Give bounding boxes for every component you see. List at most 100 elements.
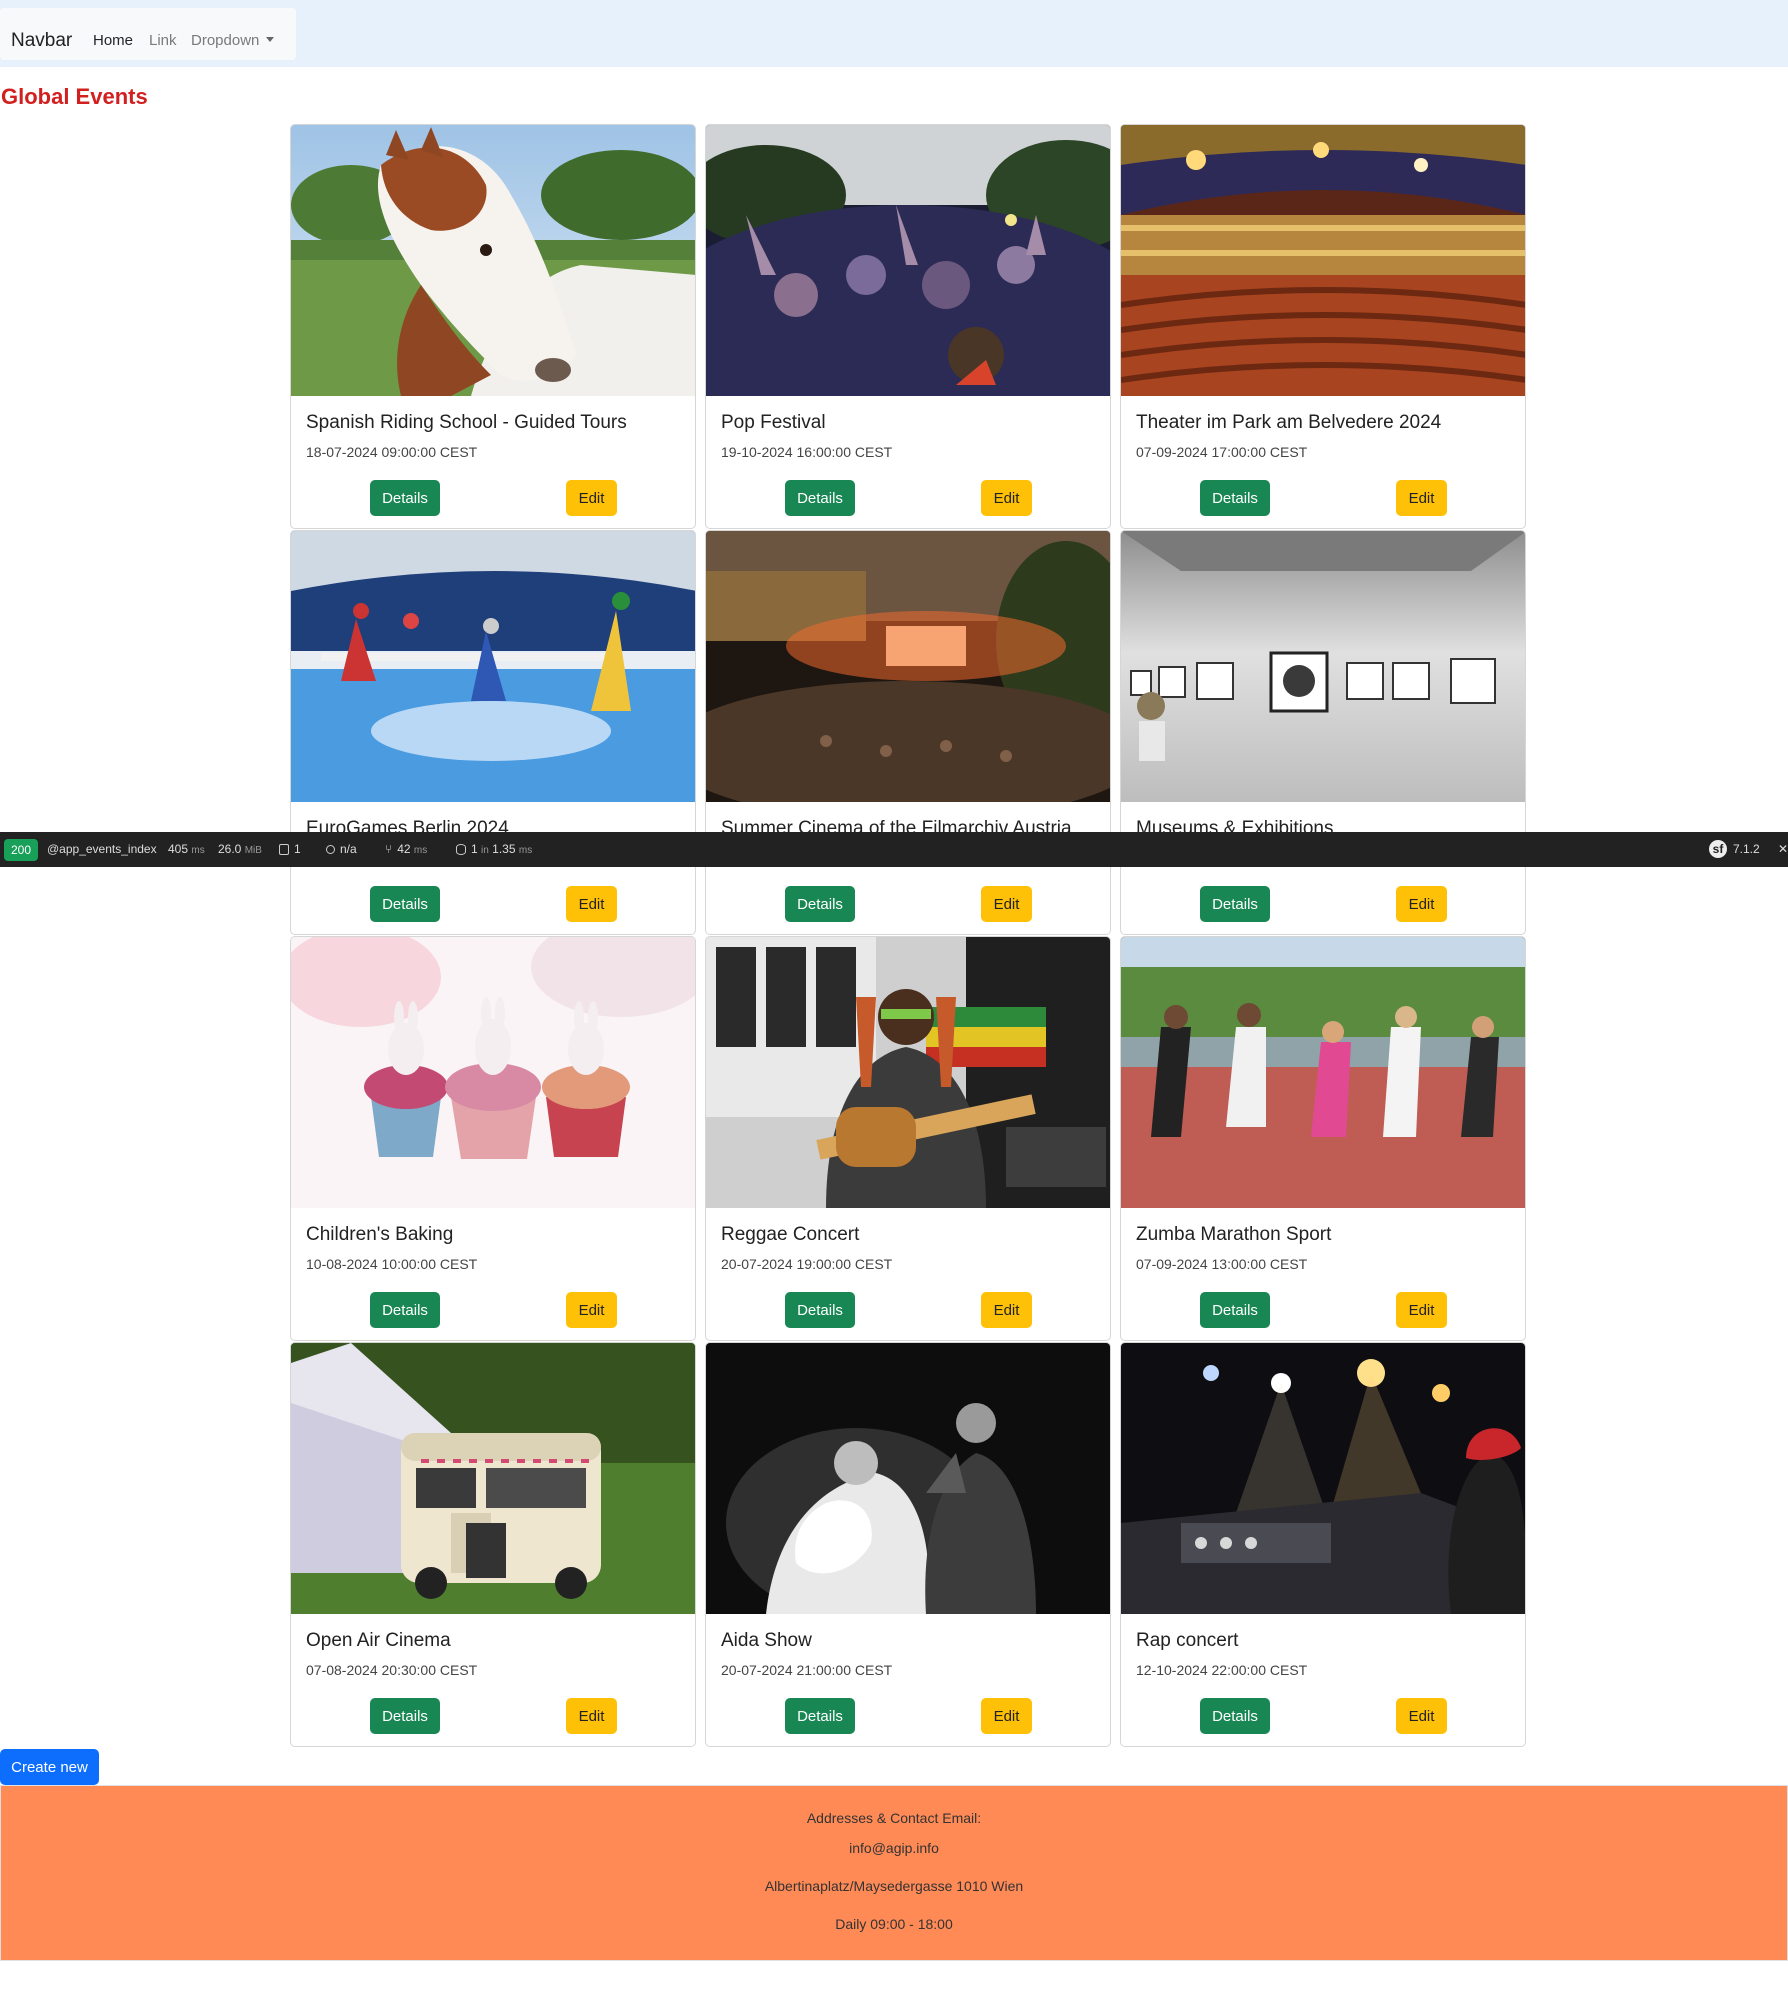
details-button[interactable]: Details — [1200, 480, 1270, 516]
nav-dropdown-toggle[interactable]: Dropdown — [191, 32, 275, 49]
edit-button[interactable]: Edit — [981, 1698, 1032, 1734]
queries-time: 1.35 — [492, 842, 516, 856]
edit-button[interactable]: Edit — [981, 1292, 1032, 1328]
database-icon — [456, 844, 466, 855]
edit-button[interactable]: Edit — [1396, 1698, 1447, 1734]
event-date: 20-07-2024 21:00:00 CEST — [721, 1662, 893, 1678]
event-card: Rap concert 12-10-2024 22:00:00 CEST Det… — [1120, 1342, 1526, 1747]
edit-button[interactable]: Edit — [1396, 1292, 1447, 1328]
event-card: Pop Festival 19-10-2024 16:00:00 CEST De… — [705, 124, 1111, 529]
event-card: EuroGames Berlin 2024 Details Edit — [290, 530, 696, 935]
toolbar-close-icon[interactable]: ✕ — [1778, 842, 1788, 856]
debug-toolbar: 200 @app_events_index 405 ms 26.0 MiB 1 … — [0, 832, 1788, 867]
event-image-guitarist — [706, 937, 1110, 1208]
queries-count: 1 — [471, 842, 478, 856]
event-image-cupcakes — [291, 937, 695, 1208]
events-grid: Spanish Riding School - Guided Tours 18-… — [290, 124, 1528, 1749]
event-image-hurdles — [291, 531, 695, 802]
route-name[interactable]: @app_events_index — [47, 842, 157, 856]
event-image-horse — [291, 125, 695, 396]
details-button[interactable]: Details — [785, 1698, 855, 1734]
database-queries[interactable]: 1 in 1.35 ms — [456, 842, 532, 856]
create-new-button[interactable]: Create new — [0, 1749, 99, 1785]
request-time-unit: ms — [191, 845, 205, 856]
event-title: Children's Baking — [306, 1224, 454, 1245]
event-title: Rap concert — [1136, 1630, 1239, 1651]
symfony-version[interactable]: 7.1.2 — [1733, 842, 1760, 856]
nav-link-link[interactable]: Link — [149, 32, 177, 49]
event-image-zumba — [1121, 937, 1525, 1208]
file-icon — [279, 844, 289, 855]
render-time-value: 42 — [397, 842, 411, 856]
event-image-theater — [1121, 125, 1525, 396]
nav-dropdown-label: Dropdown — [191, 32, 260, 49]
security-user[interactable]: n/a — [326, 842, 357, 856]
event-date: 07-08-2024 20:30:00 CEST — [306, 1662, 478, 1678]
event-date: 07-09-2024 17:00:00 CEST — [1136, 444, 1308, 460]
event-card: Open Air Cinema 07-08-2024 20:30:00 CEST… — [290, 1342, 696, 1747]
event-card: Zumba Marathon Sport 07-09-2024 13:00:00… — [1120, 936, 1526, 1341]
details-button[interactable]: Details — [785, 480, 855, 516]
event-title: Spanish Riding School - Guided Tours — [306, 412, 627, 433]
event-date: 20-07-2024 19:00:00 CEST — [721, 1256, 893, 1272]
queries-in: in — [481, 845, 489, 856]
event-card: Children's Baking 10-08-2024 10:00:00 CE… — [290, 936, 696, 1341]
edit-button[interactable]: Edit — [566, 1292, 617, 1328]
symfony-logo-icon[interactable]: sf — [1709, 840, 1727, 858]
edit-button[interactable]: Edit — [566, 480, 617, 516]
event-date: 12-10-2024 22:00:00 CEST — [1136, 1662, 1308, 1678]
event-image-gallery — [1121, 531, 1525, 802]
edit-button[interactable]: Edit — [1396, 886, 1447, 922]
caret-down-icon — [266, 37, 275, 42]
status-badge[interactable]: 200 — [4, 839, 38, 861]
details-button[interactable]: Details — [1200, 1292, 1270, 1328]
top-navbar: Navbar Home Link Dropdown — [0, 0, 1788, 67]
event-title: Pop Festival — [721, 412, 826, 433]
footer-hours: Daily 09:00 - 18:00 — [835, 1916, 953, 1932]
event-title: Zumba Marathon Sport — [1136, 1224, 1332, 1245]
memory-usage[interactable]: 26.0 MiB — [218, 842, 262, 856]
event-card: Museums & Exhibitions Details Edit — [1120, 530, 1526, 935]
event-date: 18-07-2024 09:00:00 CEST — [306, 444, 478, 460]
event-image-crowd — [706, 125, 1110, 396]
logs-counter[interactable]: 1 — [279, 842, 301, 856]
event-title: Aida Show — [721, 1630, 812, 1651]
request-time-value: 405 — [168, 842, 189, 856]
request-time[interactable]: 405 ms — [168, 842, 205, 856]
footer-address: Albertinaplatz/Maysedergasse 1010 Wien — [764, 1878, 1024, 1894]
event-card: Spanish Riding School - Guided Tours 18-… — [290, 124, 696, 529]
details-button[interactable]: Details — [1200, 886, 1270, 922]
details-button[interactable]: Details — [370, 480, 440, 516]
event-title: Open Air Cinema — [306, 1630, 451, 1651]
edit-button[interactable]: Edit — [981, 480, 1032, 516]
event-card: Theater im Park am Belvedere 2024 07-09-… — [1120, 124, 1526, 529]
user-icon — [326, 845, 335, 854]
edit-button[interactable]: Edit — [566, 1698, 617, 1734]
event-date: 19-10-2024 16:00:00 CEST — [721, 444, 893, 460]
details-button[interactable]: Details — [370, 1698, 440, 1734]
details-button[interactable]: Details — [370, 886, 440, 922]
nav-link-home[interactable]: Home — [93, 32, 133, 49]
details-button[interactable]: Details — [1200, 1698, 1270, 1734]
event-card: Aida Show 20-07-2024 21:00:00 CEST Detai… — [705, 1342, 1111, 1747]
details-button[interactable]: Details — [370, 1292, 440, 1328]
event-image-van — [291, 1343, 695, 1614]
details-button[interactable]: Details — [785, 886, 855, 922]
navbar-brand[interactable]: Navbar — [11, 30, 72, 52]
event-date: 10-08-2024 10:00:00 CEST — [306, 1256, 478, 1272]
edit-button[interactable]: Edit — [981, 886, 1032, 922]
event-card: Summer Cinema of the Filmarchiv Austria … — [705, 530, 1111, 935]
render-time-unit: ms — [413, 845, 428, 856]
details-button[interactable]: Details — [785, 1292, 855, 1328]
event-image-aida — [706, 1343, 1110, 1614]
edit-button[interactable]: Edit — [566, 886, 617, 922]
user-value: n/a — [340, 842, 357, 856]
footer: Addresses & Contact Email: info@agip.inf… — [0, 1785, 1788, 1961]
event-date: 07-09-2024 13:00:00 CEST — [1136, 1256, 1308, 1272]
footer-email[interactable]: info@agip.info — [1, 1840, 1787, 1856]
render-time[interactable]: ⑂ 42 ms — [385, 842, 427, 856]
memory-unit: MiB — [244, 845, 262, 856]
edit-button[interactable]: Edit — [1396, 480, 1447, 516]
page-title: Global Events — [1, 84, 148, 109]
navbar-container: Navbar Home Link Dropdown — [0, 8, 296, 60]
